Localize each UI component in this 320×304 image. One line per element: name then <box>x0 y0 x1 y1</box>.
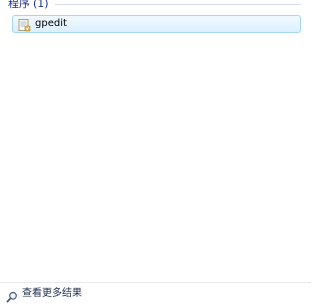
see-more-results-link[interactable]: 查看更多结果 <box>6 286 82 303</box>
results-group-count: (1) <box>33 0 49 10</box>
results-group-title: 程序 <box>8 0 30 10</box>
results-group-header: 程序 (1) <box>8 0 301 11</box>
result-item-label: gpedit <box>35 18 67 29</box>
footer-divider <box>0 282 311 283</box>
policy-editor-icon <box>17 17 31 32</box>
result-item-gpedit[interactable]: gpedit <box>12 15 301 33</box>
see-more-results-label: 查看更多结果 <box>22 288 82 299</box>
start-search-results-panel: 程序 (1) gpedit 查看更多结果 <box>0 0 311 304</box>
results-group-divider <box>54 3 301 5</box>
search-icon <box>6 288 18 303</box>
